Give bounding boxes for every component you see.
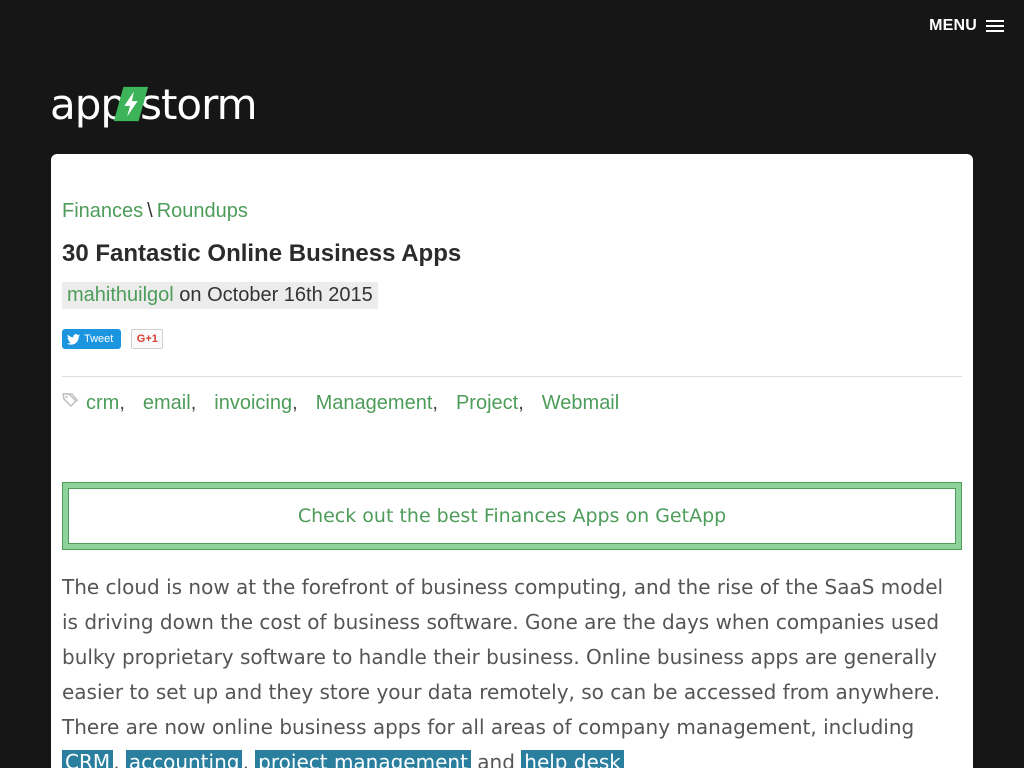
tag-icon <box>62 392 78 407</box>
link-help-desk[interactable]: help desk <box>521 750 624 768</box>
tweet-label: Tweet <box>84 333 114 345</box>
social-buttons: Tweet G+1 <box>62 329 164 349</box>
byline: mahithuilgol on October 16th 2015 <box>62 282 378 309</box>
article-body: The cloud is now at the forefront of bus… <box>62 570 962 768</box>
menu-button[interactable]: MENU <box>929 17 1004 35</box>
tag-invoicing[interactable]: invoicing <box>214 392 292 415</box>
hamburger-icon <box>986 17 1004 35</box>
publish-date: on October 16th 2015 <box>179 284 373 306</box>
tag-management[interactable]: Management <box>316 392 433 415</box>
link-project-management[interactable]: project management <box>255 750 471 768</box>
article-intro-text: The cloud is now at the forefront of bus… <box>62 575 944 739</box>
menu-label: MENU <box>929 17 977 34</box>
tag-crm[interactable]: crm <box>86 392 119 415</box>
link-crm[interactable]: CRM <box>62 750 114 768</box>
breadcrumb: Finances \ Roundups <box>62 200 248 223</box>
article-title: 30 Fantastic Online Business Apps <box>62 240 462 267</box>
article-card: Finances \ Roundups 30 Fantastic Online Bu… <box>51 154 973 768</box>
site-logo[interactable]: app storm <box>50 79 258 129</box>
breadcrumb-item-roundups[interactable]: Roundups <box>157 200 248 222</box>
google-plus-label: G+1 <box>136 333 158 345</box>
link-accounting[interactable]: accounting <box>125 750 243 768</box>
tag-project[interactable]: Project <box>456 392 518 415</box>
tag-email[interactable]: email <box>143 392 191 415</box>
breadcrumb-item-finances[interactable]: Finances <box>62 200 143 222</box>
google-plus-button[interactable]: G+1 <box>131 329 164 349</box>
logo-text-storm: storm <box>140 79 257 129</box>
getapp-cta-button[interactable]: Check out the best Finances Apps on GetA… <box>68 488 956 544</box>
tag-list: crm, email, invoicing, Management, Proje… <box>62 392 619 415</box>
breadcrumb-separator: \ <box>147 200 153 222</box>
getapp-banner: Check out the best Finances Apps on GetA… <box>62 482 962 550</box>
tweet-button[interactable]: Tweet <box>62 329 122 349</box>
twitter-bird-icon <box>67 333 80 345</box>
divider <box>62 376 962 377</box>
tag-webmail[interactable]: Webmail <box>542 392 619 415</box>
author-link[interactable]: mahithuilgol <box>67 284 174 306</box>
lightning-bolt-icon <box>113 86 149 122</box>
